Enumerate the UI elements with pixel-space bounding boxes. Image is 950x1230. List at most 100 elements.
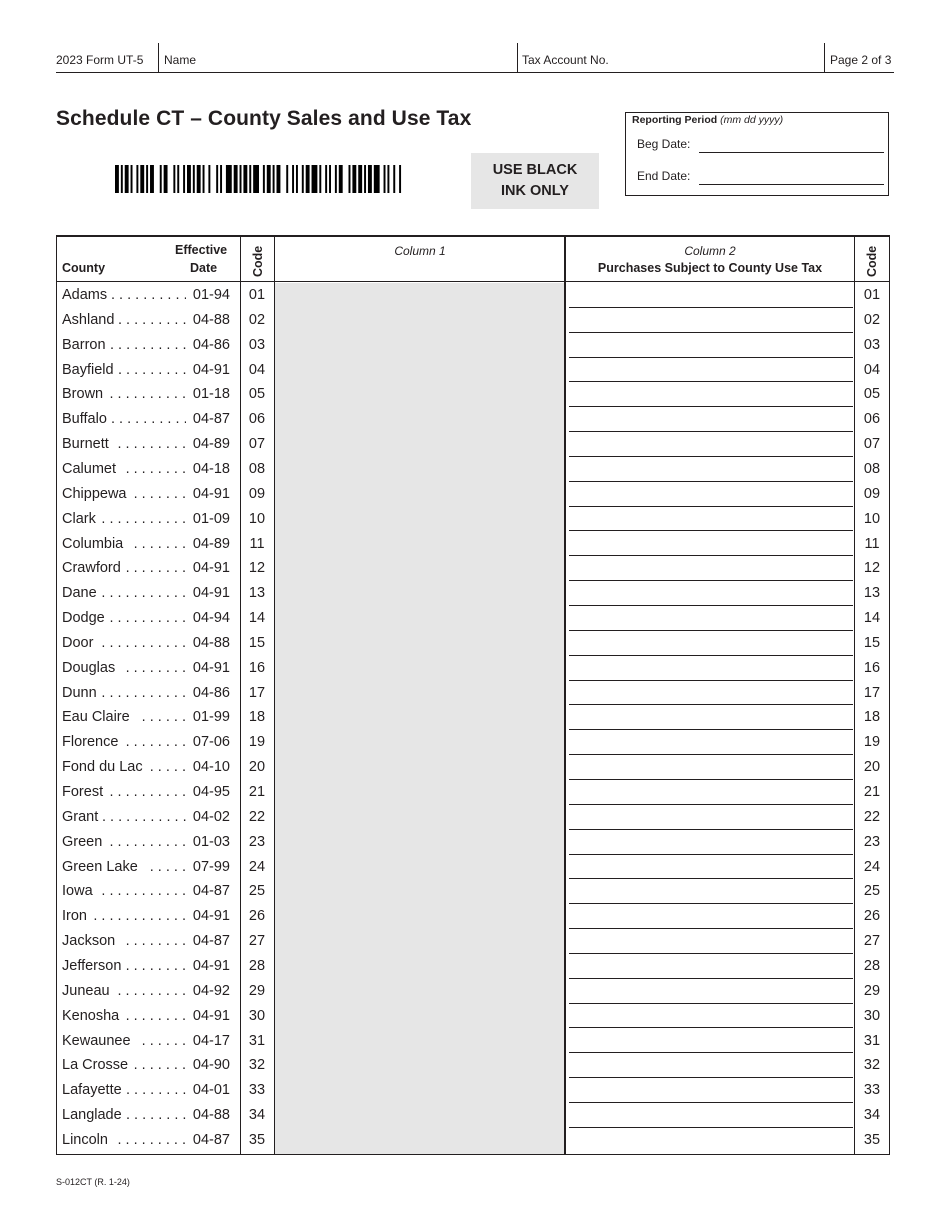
barcode-bar	[249, 165, 252, 193]
column2-amount-field[interactable]	[569, 956, 853, 977]
barcode-bar	[383, 165, 386, 193]
column1-amount-field[interactable]	[277, 360, 563, 381]
column2-header: Column 2	[684, 244, 736, 258]
column2-amount-field[interactable]	[569, 857, 853, 878]
effective-date: 04-91	[189, 957, 230, 974]
barcode-bar	[239, 165, 242, 193]
column1-amount-field[interactable]	[277, 956, 563, 977]
column2-amount-field[interactable]	[569, 435, 853, 456]
column1-amount-field[interactable]	[277, 286, 563, 306]
column2-amount-field[interactable]	[569, 633, 853, 654]
effective-date: 04-18	[189, 460, 230, 477]
column2-amount-field[interactable]	[569, 882, 853, 903]
column2-amount-field[interactable]	[569, 758, 853, 779]
column2-amount-field[interactable]	[569, 832, 853, 853]
amount-underline	[569, 903, 853, 905]
column1-amount-field[interactable]	[277, 633, 563, 654]
column2-amount-field[interactable]	[569, 981, 853, 1002]
column2-amount-field[interactable]	[569, 534, 853, 555]
column1-amount-field[interactable]	[277, 1106, 563, 1127]
column2-amount-field[interactable]	[569, 1106, 853, 1127]
leader-dots: . . . . . . . . . .	[111, 287, 186, 303]
effective-date: 04-01	[189, 1082, 230, 1099]
column1-amount-field[interactable]	[277, 658, 563, 679]
column1-amount-field[interactable]	[277, 1081, 563, 1102]
column1-amount-field[interactable]	[277, 932, 563, 953]
column1-amount-field[interactable]	[277, 435, 563, 456]
leader-dots: . . . . . . . . . . .	[102, 808, 186, 825]
leader-dots: . . . . . . . .	[125, 1007, 186, 1024]
barcode-bar	[146, 165, 149, 193]
column2-amount-field[interactable]	[569, 1031, 853, 1052]
column1-amount-field[interactable]	[277, 310, 563, 331]
column1-amount-field[interactable]	[277, 832, 563, 853]
column2-amount-field[interactable]	[569, 509, 853, 530]
column1-amount-field[interactable]	[277, 683, 563, 704]
table-row: Dunn. . . . . . . . . . . 04-86 17 17	[57, 682, 888, 707]
column1-amount-field[interactable]	[277, 733, 563, 754]
barcode-bar	[163, 165, 168, 193]
column2-amount-field[interactable]	[569, 683, 853, 704]
column1-amount-field[interactable]	[277, 385, 563, 406]
column2-amount-field[interactable]	[569, 733, 853, 754]
county-code-right: 27	[863, 933, 881, 950]
column2-amount-field[interactable]	[569, 459, 853, 480]
tax-account-field-label[interactable]: Tax Account No.	[522, 43, 609, 72]
leader-dots: . . . . . . . . . . .	[101, 585, 186, 602]
column1-amount-field[interactable]	[277, 857, 563, 878]
column2-amount-field[interactable]	[569, 1130, 853, 1151]
column1-amount-field[interactable]	[277, 907, 563, 928]
column1-amount-field[interactable]	[277, 708, 563, 729]
county-code: 04	[248, 361, 266, 378]
barcode-bar	[311, 165, 318, 193]
column2-amount-field[interactable]	[569, 286, 853, 306]
column1-amount-field[interactable]	[277, 609, 563, 630]
column2-amount-field[interactable]	[569, 783, 853, 803]
column1-amount-field[interactable]	[277, 484, 563, 505]
name-field-label[interactable]: Name	[164, 43, 196, 72]
column1-amount-field[interactable]	[277, 459, 563, 480]
column1-amount-field[interactable]	[277, 410, 563, 431]
column2-amount-field[interactable]	[569, 1081, 853, 1102]
column1-amount-field[interactable]	[277, 534, 563, 555]
column1-amount-field[interactable]	[277, 758, 563, 779]
column2-amount-field[interactable]	[569, 658, 853, 679]
table-row: Grant. . . . . . . . . . . 04-02 22 22	[57, 806, 888, 831]
amount-underline	[569, 406, 853, 408]
column2-amount-field[interactable]	[569, 360, 853, 381]
county-code: 26	[248, 908, 266, 925]
column1-amount-field[interactable]	[277, 1031, 563, 1052]
column2-amount-field[interactable]	[569, 708, 853, 729]
column1-amount-field[interactable]	[277, 882, 563, 903]
amount-underline	[569, 381, 853, 383]
beg-date-field[interactable]	[699, 152, 884, 153]
column2-amount-field[interactable]	[569, 310, 853, 331]
column2-amount-field[interactable]	[569, 559, 853, 580]
column1-amount-field[interactable]	[277, 584, 563, 605]
column2-amount-field[interactable]	[569, 1056, 853, 1077]
column1-amount-field[interactable]	[277, 1056, 563, 1077]
barcode-bar	[329, 165, 331, 193]
column2-amount-field[interactable]	[569, 907, 853, 928]
column1-amount-field[interactable]	[277, 1130, 563, 1151]
county-code-right: 03	[863, 336, 881, 353]
end-date-field[interactable]	[699, 184, 884, 185]
column1-amount-field[interactable]	[277, 807, 563, 828]
column1-amount-field[interactable]	[277, 509, 563, 530]
column2-amount-field[interactable]	[569, 410, 853, 431]
column2-amount-field[interactable]	[569, 1006, 853, 1027]
column2-amount-field[interactable]	[569, 584, 853, 605]
column2-amount-field[interactable]	[569, 609, 853, 630]
amount-underline	[569, 629, 853, 631]
column1-amount-field[interactable]	[277, 335, 563, 356]
column2-amount-field[interactable]	[569, 335, 853, 356]
column1-amount-field[interactable]	[277, 783, 563, 803]
column2-amount-field[interactable]	[569, 807, 853, 828]
column1-amount-field[interactable]	[277, 559, 563, 580]
column2-amount-field[interactable]	[569, 385, 853, 406]
column2-amount-field[interactable]	[569, 932, 853, 953]
column1-amount-field[interactable]	[277, 1006, 563, 1027]
column1-amount-field[interactable]	[277, 981, 563, 1002]
leader-dots: . . . . . . . . . .	[110, 336, 186, 353]
column2-amount-field[interactable]	[569, 484, 853, 505]
